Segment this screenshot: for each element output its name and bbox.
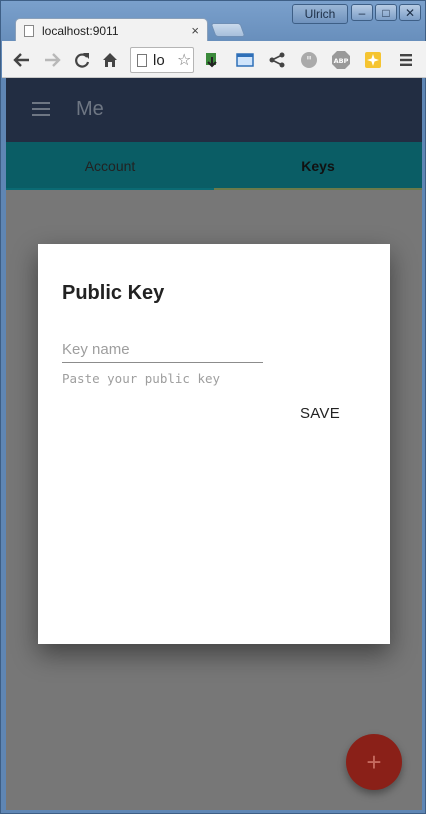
star-icon[interactable]: ☆ bbox=[177, 50, 191, 70]
hamburger-menu-icon[interactable] bbox=[395, 49, 417, 71]
window-controls: – □ ✕ bbox=[351, 4, 421, 21]
page-info-icon[interactable] bbox=[137, 53, 147, 67]
tab-bar: Account Keys bbox=[6, 142, 422, 190]
share-icon[interactable] bbox=[266, 49, 288, 71]
svg-text:": " bbox=[306, 54, 312, 68]
key-name-input[interactable] bbox=[62, 336, 263, 363]
add-fab-button[interactable]: + bbox=[346, 734, 402, 790]
tab-close-icon[interactable]: × bbox=[191, 23, 199, 38]
address-bar[interactable]: lo ☆ bbox=[130, 47, 194, 73]
dialog-title: Public Key bbox=[62, 282, 165, 304]
new-tab-button[interactable] bbox=[210, 23, 246, 37]
svg-text:ABP: ABP bbox=[334, 57, 349, 65]
save-button[interactable]: SAVE bbox=[296, 401, 344, 425]
page-icon bbox=[24, 24, 34, 37]
minimize-button[interactable]: – bbox=[351, 4, 373, 21]
close-window-button[interactable]: ✕ bbox=[399, 4, 421, 21]
public-key-dialog: Public Key SAVE bbox=[38, 244, 390, 644]
browser-window: Ulrich – □ ✕ localhost:9011 × lo ☆ " ABP… bbox=[0, 0, 426, 814]
tab-keys[interactable]: Keys bbox=[214, 142, 422, 190]
sparkle-extension-icon[interactable] bbox=[362, 49, 384, 71]
app-bar: Me bbox=[6, 78, 422, 142]
web-page: Me Account Keys Public Key SAVE + bbox=[6, 78, 422, 810]
tab-title: localhost:9011 bbox=[42, 23, 119, 38]
home-icon[interactable] bbox=[99, 49, 121, 71]
back-arrow-icon[interactable] bbox=[11, 49, 33, 71]
maximize-button[interactable]: □ bbox=[375, 4, 397, 21]
extension-download-icon[interactable] bbox=[201, 49, 223, 71]
page-title: Me bbox=[76, 98, 104, 120]
profile-badge[interactable]: Ulrich bbox=[292, 4, 348, 24]
quote-extension-icon[interactable]: " bbox=[298, 49, 320, 71]
forward-arrow-icon[interactable] bbox=[41, 49, 63, 71]
menu-icon[interactable] bbox=[32, 102, 50, 116]
browser-tab[interactable]: localhost:9011 × bbox=[15, 18, 208, 42]
browser-toolbar: lo ☆ " ABP bbox=[2, 41, 426, 78]
url-text[interactable]: lo bbox=[153, 52, 171, 69]
extension-window-icon[interactable] bbox=[234, 49, 256, 71]
reload-icon[interactable] bbox=[71, 49, 93, 71]
tab-account[interactable]: Account bbox=[6, 142, 214, 190]
adblock-icon[interactable]: ABP bbox=[330, 49, 352, 71]
